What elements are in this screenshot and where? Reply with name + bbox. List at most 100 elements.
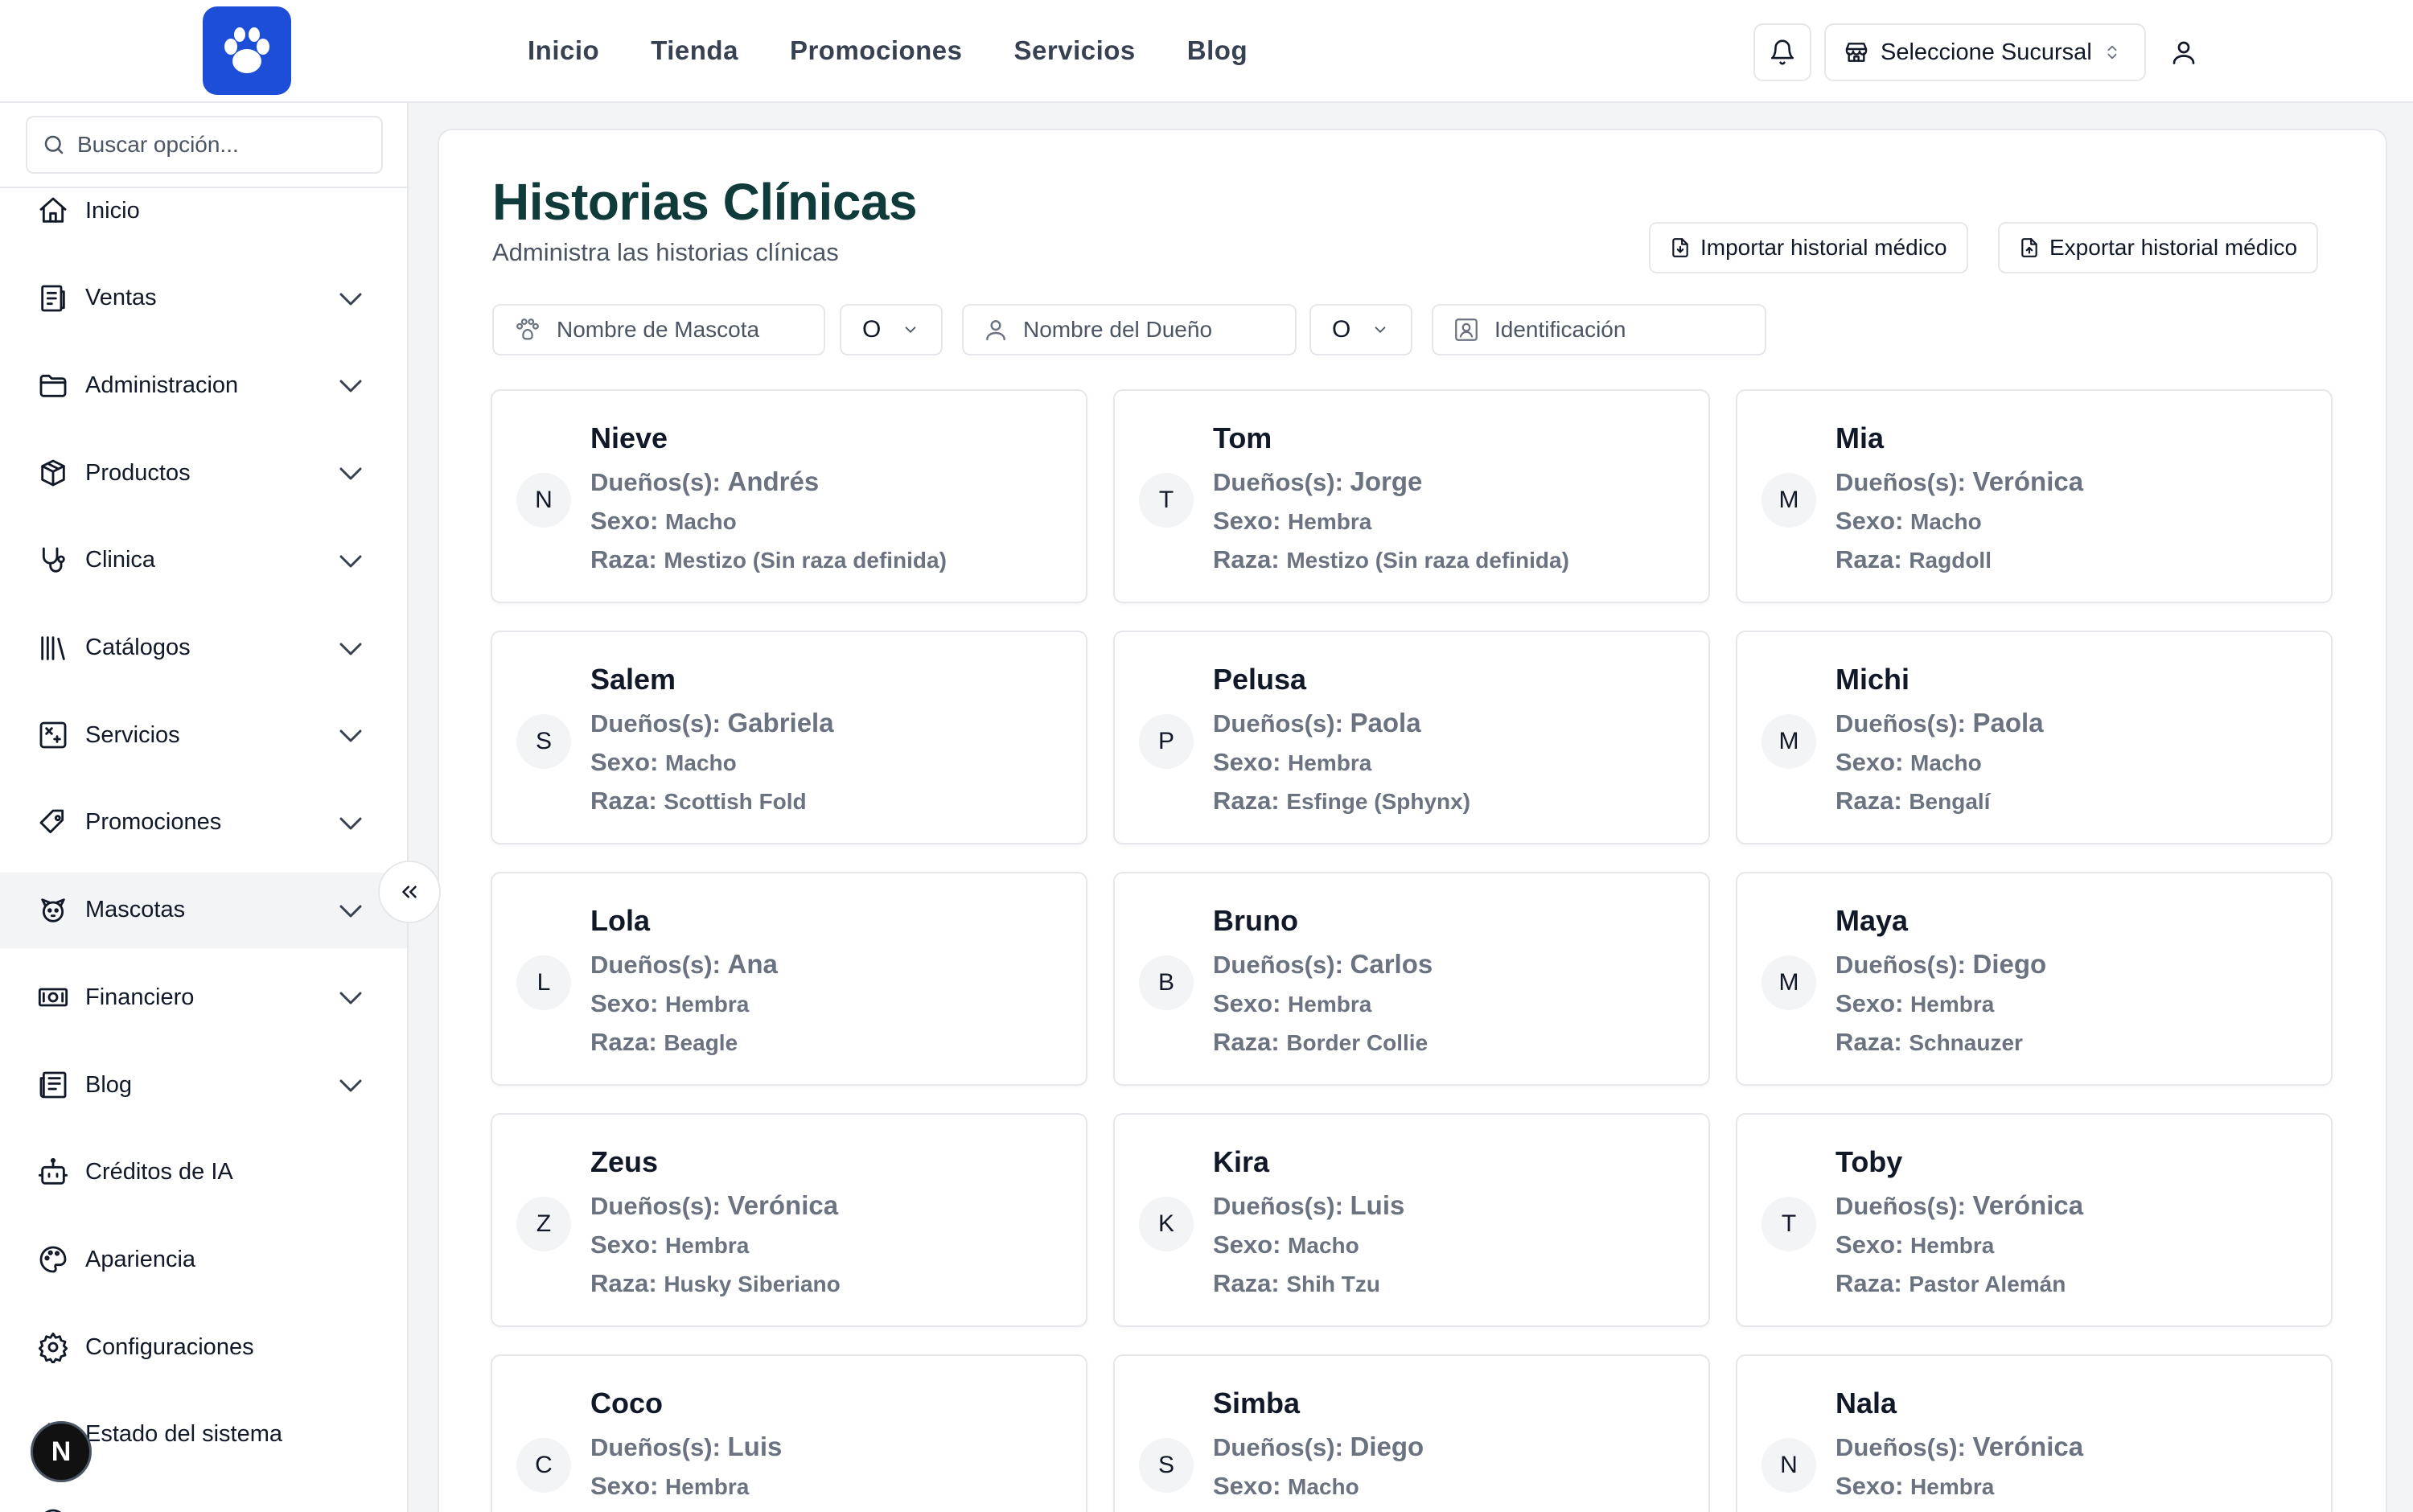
pet-sex-label: Sexo: — [1213, 748, 1281, 776]
pet-owner-label: Dueños(s): — [1835, 468, 1966, 496]
chevron-down-icon[interactable] — [336, 464, 365, 483]
pet-card[interactable]: T Toby Dueños(s): Verónica Sexo: Hembra Raza… — [1736, 1113, 2333, 1327]
gear-icon — [37, 1331, 69, 1364]
pet-sex-label: Sexo: — [590, 507, 659, 535]
pet-card[interactable]: B Bruno Dueños(s): Carlos Sexo: Hembra Raza:… — [1113, 872, 1710, 1086]
pet-name: Maya — [1835, 904, 1909, 937]
pet-sex-value: Hembra — [1288, 509, 1372, 534]
chevron-down-icon[interactable] — [336, 552, 365, 571]
chevron-down-icon[interactable] — [336, 814, 365, 833]
pet-card[interactable]: S Salem Dueños(s): Gabriela Sexo: Macho Raza… — [491, 631, 1087, 844]
pet-card[interactable]: L Lola Dueños(s): Ana Sexo: Hembra Raza: Bea… — [491, 872, 1087, 1086]
sidebar-item-label: Ayuda — [85, 1509, 151, 1512]
store-icon — [1844, 39, 1869, 65]
chevron-down-icon[interactable] — [336, 988, 365, 1008]
pet-owner-value: Paola — [1350, 708, 1421, 738]
chevrons-left-icon — [397, 880, 421, 904]
notifications-button[interactable] — [1753, 23, 1811, 81]
user-menu-button[interactable] — [2164, 32, 2204, 72]
pet-name-input[interactable] — [557, 317, 782, 343]
sidebar-item-administracion[interactable]: Administracion — [0, 347, 407, 423]
pet-owner-value: Diego — [1972, 949, 2047, 979]
pet-owner-value: Ana — [727, 949, 778, 979]
pet-card[interactable]: M Michi Dueños(s): Paola Sexo: Macho Raza: B… — [1736, 631, 2333, 844]
pet-card[interactable]: K Kira Dueños(s): Luis Sexo: Macho Raza: Shi… — [1113, 1113, 1710, 1327]
nav-link-servicios[interactable]: Servicios — [1014, 35, 1136, 66]
nav-link-tienda[interactable]: Tienda — [651, 35, 738, 66]
pet-avatar: N — [516, 473, 571, 528]
pet-sex-line: Sexo: Macho — [1835, 507, 1982, 536]
sidebar-item-créditos-de-ia[interactable]: Créditos de IA — [0, 1135, 407, 1210]
export-history-button[interactable]: Exportar historial médico — [1998, 222, 2319, 273]
sidebar-item-configuraciones[interactable]: Configuraciones — [0, 1309, 407, 1385]
nav-link-promociones[interactable]: Promociones — [790, 35, 963, 66]
chevron-down-icon[interactable] — [336, 290, 365, 309]
pet-sex-value: Macho — [1288, 1474, 1359, 1499]
pet-card[interactable]: Z Zeus Dueños(s): Verónica Sexo: Hembra Raza… — [491, 1113, 1087, 1327]
chevrons-up-down-icon — [2103, 41, 2121, 64]
pet-card[interactable]: N Nieve Dueños(s): Andrés Sexo: Macho Raza: … — [491, 389, 1087, 603]
sidebar-item-promociones[interactable]: Promociones — [0, 785, 407, 861]
owner-name-input[interactable] — [1023, 317, 1248, 343]
pet-card[interactable]: C Coco Dueños(s): Luis Sexo: Hembra — [491, 1354, 1087, 1512]
pet-owner-line: Dueños(s): Carlos — [1213, 949, 1433, 980]
collapse-sidebar-button[interactable] — [378, 861, 441, 923]
sidebar-search — [26, 116, 383, 174]
import-history-label: Importar historial médico — [1700, 235, 1947, 260]
pet-card[interactable]: T Tom Dueños(s): Jorge Sexo: Hembra Raza: Me… — [1113, 389, 1710, 603]
operator-select-1[interactable]: O — [840, 304, 943, 355]
pet-card[interactable]: N Nala Dueños(s): Verónica Sexo: Hembra — [1736, 1354, 2333, 1512]
pet-avatar: C — [516, 1438, 571, 1493]
import-history-button[interactable]: Importar historial médico — [1649, 222, 1968, 273]
pet-name: Simba — [1213, 1387, 1301, 1420]
nav-link-blog[interactable]: Blog — [1187, 35, 1248, 66]
pet-owner-line: Dueños(s): Verónica — [1835, 466, 2083, 497]
sidebar-item-clinica[interactable]: Clinica — [0, 523, 407, 598]
sidebar-item-mascotas[interactable]: Mascotas — [0, 872, 407, 948]
sidebar-item-catálogos[interactable]: Catálogos — [0, 610, 407, 686]
pet-avatar: S — [1139, 1438, 1194, 1493]
id-card-icon — [1453, 316, 1480, 343]
export-history-label: Exportar historial médico — [2049, 235, 2298, 260]
pet-breed-value: Esfinge (Sphynx) — [1286, 789, 1471, 814]
id-input[interactable] — [1494, 317, 1720, 343]
paw-logo-icon[interactable] — [203, 6, 291, 95]
sidebar-item-blog[interactable]: Blog — [0, 1047, 407, 1123]
chevron-down-icon[interactable] — [336, 1076, 365, 1095]
pet-owner-value: Paola — [1972, 708, 2044, 738]
nav-link-inicio[interactable]: Inicio — [528, 35, 599, 66]
palette-icon — [37, 1243, 69, 1276]
sidebar-item-inicio[interactable]: Inicio — [0, 173, 407, 249]
id-filter — [1432, 304, 1766, 355]
pet-breed-label: Raza: — [590, 545, 657, 573]
sidebar: Inicio Ventas Administracion Productos Clini… — [0, 103, 409, 1512]
chevron-down-icon[interactable] — [336, 376, 365, 396]
chevron-down-icon[interactable] — [336, 726, 365, 746]
pet-avatar: Z — [516, 1197, 571, 1251]
sidebar-item-apariencia[interactable]: Apariencia — [0, 1222, 407, 1297]
pet-card[interactable]: M Mia Dueños(s): Verónica Sexo: Macho Raza: … — [1736, 389, 2333, 603]
pet-card-grid: N Nieve Dueños(s): Andrés Sexo: Macho Raza: … — [491, 389, 2333, 1512]
pet-breed-line: Raza: Pastor Alemán — [1835, 1269, 2066, 1298]
pet-card[interactable]: S Simba Dueños(s): Diego Sexo: Macho — [1113, 1354, 1710, 1512]
sidebar-item-servicios[interactable]: Servicios — [0, 697, 407, 773]
pet-card[interactable]: P Pelusa Dueños(s): Paola Sexo: Hembra Raza:… — [1113, 631, 1710, 844]
page-title: Historias Clínicas — [492, 173, 918, 231]
sidebar-search-input[interactable] — [77, 132, 367, 158]
chevron-down-icon[interactable] — [336, 639, 365, 659]
sidebar-item-productos[interactable]: Productos — [0, 435, 407, 511]
pet-breed-value: Ragdoll — [1909, 548, 1992, 573]
operator-select-2[interactable]: O — [1309, 304, 1412, 355]
dev-badge[interactable]: N — [31, 1421, 92, 1482]
chevron-down-icon[interactable] — [336, 902, 365, 921]
pet-owner-label: Dueños(s): — [590, 951, 721, 979]
sidebar-item-financiero[interactable]: Financiero — [0, 959, 407, 1035]
branch-select[interactable]: Seleccione Sucursal — [1824, 23, 2146, 81]
pet-sex-value: Hembra — [665, 1233, 750, 1258]
sidebar-item-ayuda[interactable]: Ayuda — [0, 1485, 407, 1512]
pet-card[interactable]: M Maya Dueños(s): Diego Sexo: Hembra Raza: S… — [1736, 872, 2333, 1086]
sidebar-item-ventas[interactable]: Ventas — [0, 261, 407, 336]
sidebar-item-label: Configuraciones — [85, 1333, 254, 1360]
pet-avatar: K — [1139, 1197, 1194, 1251]
user-icon — [983, 317, 1009, 343]
